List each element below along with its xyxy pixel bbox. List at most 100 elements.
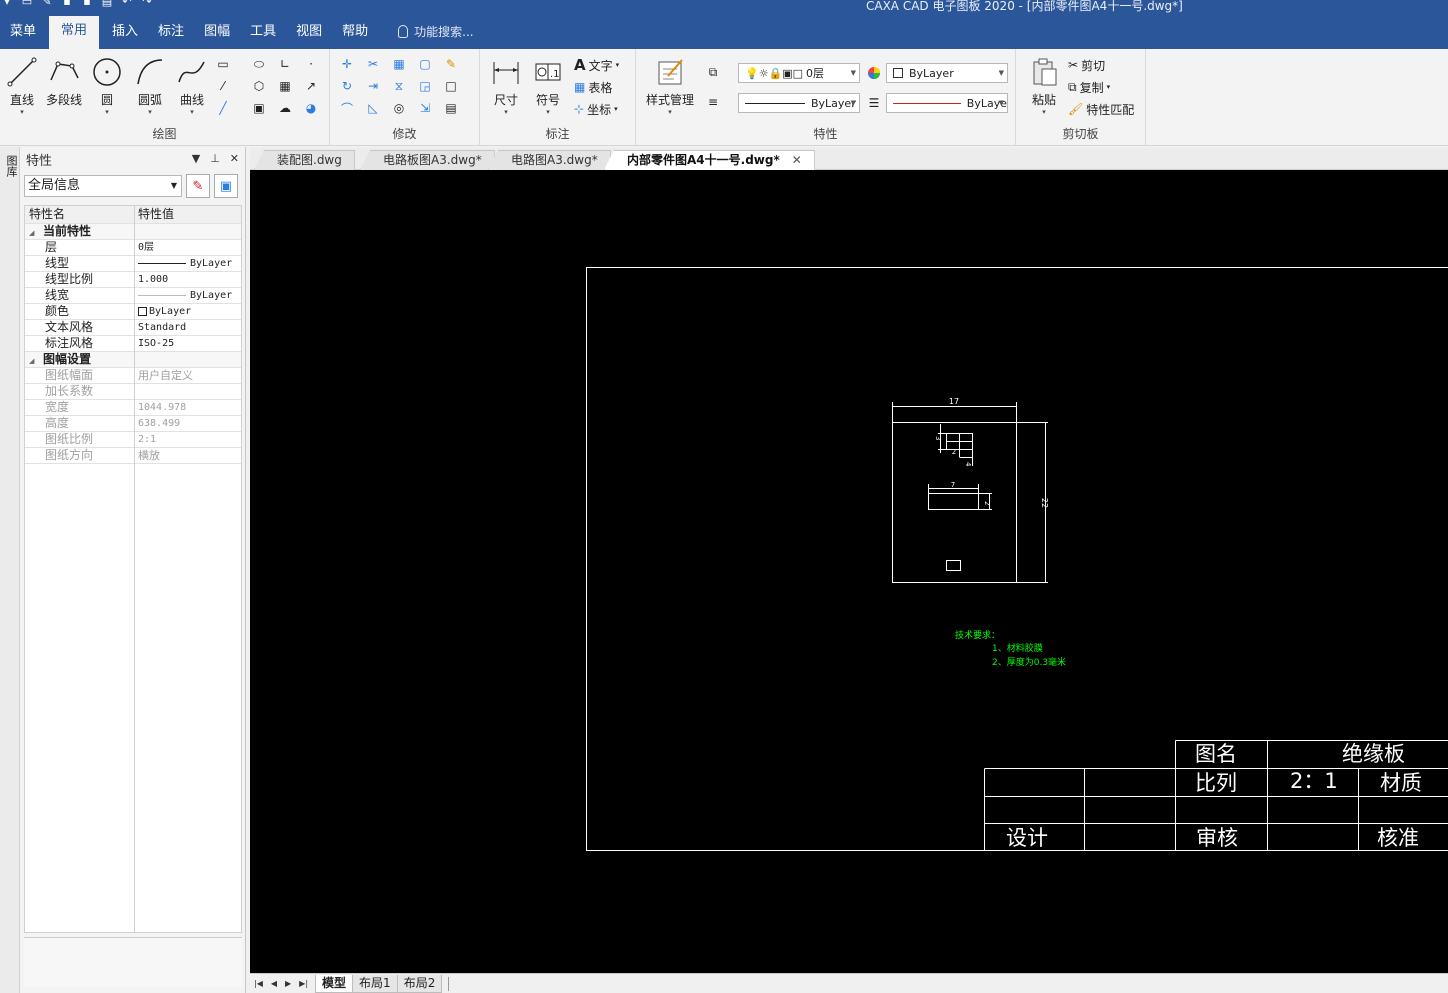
- chamfer-icon[interactable]: ◺: [364, 99, 382, 117]
- layout-tab-2[interactable]: 布局2: [396, 974, 443, 993]
- copy-button[interactable]: ⧉ 复制 ▾: [1068, 77, 1110, 97]
- prop-value[interactable]: 0层: [135, 240, 241, 255]
- prop-value[interactable]: ByLayer: [135, 304, 241, 319]
- dimension-button[interactable]: 尺寸 ▾: [486, 55, 526, 116]
- stretch-icon[interactable]: ⇲: [416, 99, 434, 117]
- edit-icon[interactable]: ▤: [442, 99, 460, 117]
- collapse-icon[interactable]: ◢: [29, 354, 43, 367]
- layout-tab-model[interactable]: 模型: [315, 974, 354, 993]
- table-row[interactable]: 线型 ByLayer: [25, 256, 241, 272]
- menu-item-insert[interactable]: 插入: [102, 14, 148, 49]
- doc-tab-part[interactable]: 内部零件图A4十一号.dwg* ✕: [604, 150, 815, 170]
- menu-item-view[interactable]: 视图: [286, 14, 332, 49]
- block-icon[interactable]: ▣: [250, 99, 268, 117]
- scale-icon[interactable]: ◲: [416, 77, 434, 95]
- parallel-line-icon[interactable]: ⁄: [214, 77, 232, 95]
- prop-value[interactable]: ByLayer: [135, 256, 241, 271]
- table-row[interactable]: 标注风格 ISO-25: [25, 336, 241, 352]
- ellipse-icon[interactable]: ⬭: [250, 55, 268, 73]
- close-icon[interactable]: ✕: [230, 152, 239, 165]
- print-icon[interactable]: ▤: [100, 0, 114, 8]
- line-button[interactable]: 直线 ▾: [2, 55, 42, 116]
- drawing-canvas[interactable]: 17 22 3 2 4 7 2 技术要求： 1、材料胶膜 2、厚度为0.3毫米: [250, 170, 1448, 973]
- style-manager-button[interactable]: 样式管理 ▾: [644, 55, 696, 116]
- save-icon[interactable]: ▪: [60, 0, 74, 8]
- cut-button[interactable]: ✂ 剪切: [1068, 55, 1105, 75]
- drawing-svg[interactable]: 17 22 3 2 4 7 2 技术要求： 1、材料胶膜 2、厚度为0.3毫米: [250, 170, 1448, 973]
- arrow-icon[interactable]: ↗: [302, 77, 320, 95]
- prop-value[interactable]: ISO-25: [135, 336, 241, 351]
- menu-item-menu[interactable]: 菜单: [0, 14, 46, 49]
- first-layout-icon[interactable]: |◀: [254, 979, 263, 988]
- rotate-icon[interactable]: ↻: [338, 77, 356, 95]
- quick-select-button[interactable]: ✎: [186, 174, 210, 198]
- linewidth-select[interactable]: ByLaye ▼: [886, 93, 1008, 113]
- menu-item-help[interactable]: 帮助: [332, 14, 378, 49]
- menu-item-common[interactable]: 常用: [49, 16, 100, 49]
- circle-button[interactable]: 圆 ▾: [87, 55, 127, 116]
- extend-icon[interactable]: ⇥: [364, 77, 382, 95]
- trim-icon[interactable]: ✂: [364, 55, 382, 73]
- rectangle-icon[interactable]: ▭: [214, 55, 232, 73]
- close-tab-icon[interactable]: ✕: [792, 153, 802, 167]
- library-side-tab[interactable]: 图库: [3, 155, 18, 177]
- app-menu-icon[interactable]: ▾: [0, 0, 14, 8]
- color-wheel-icon[interactable]: [865, 64, 883, 82]
- fillet-icon[interactable]: ⌒: [338, 99, 356, 117]
- table-row[interactable]: 线型比例 1.000: [25, 272, 241, 288]
- new-file-icon[interactable]: ▭: [20, 0, 34, 8]
- last-layout-icon[interactable]: ▶|: [299, 979, 308, 988]
- redo-icon[interactable]: ↷: [140, 0, 154, 8]
- prop-value[interactable]: Standard: [135, 320, 241, 335]
- object-selector[interactable]: 全局信息 ▼: [24, 175, 182, 197]
- prev-layout-icon[interactable]: ◀: [271, 979, 277, 988]
- prop-value[interactable]: 1.000: [135, 272, 241, 287]
- undo-icon[interactable]: ↶: [120, 0, 134, 8]
- prop-value[interactable]: ByLayer: [135, 288, 241, 303]
- menu-item-annotate[interactable]: 标注: [148, 14, 194, 49]
- symbol-button[interactable]: .1 符号 ▾: [528, 55, 568, 116]
- curve-button[interactable]: 曲线 ▾: [172, 55, 212, 116]
- mirror-icon[interactable]: ⧖: [390, 77, 408, 95]
- break-icon[interactable]: ◎: [390, 99, 408, 117]
- save-as-icon[interactable]: ▪: [80, 0, 94, 8]
- linewidth-icon[interactable]: ☰: [865, 94, 883, 112]
- color-select[interactable]: ByLayer ▼: [886, 63, 1008, 83]
- table-row[interactable]: 文本风格 Standard: [25, 320, 241, 336]
- layout-tab-1[interactable]: 布局1: [352, 974, 398, 993]
- open-file-icon[interactable]: ✎: [40, 0, 54, 8]
- section-current[interactable]: ◢ 当前特性: [25, 224, 241, 240]
- match-properties-button[interactable]: 🖌 特性匹配: [1068, 99, 1134, 119]
- text-button[interactable]: A 文字 ▾: [574, 55, 619, 75]
- point-icon[interactable]: ·: [302, 55, 320, 73]
- explode-icon[interactable]: □: [442, 77, 460, 95]
- table-button[interactable]: ▦ 表格: [574, 77, 612, 97]
- table-row[interactable]: 颜色 ByLayer: [25, 304, 241, 320]
- fill-icon[interactable]: ◕: [302, 99, 320, 117]
- panel-dropdown-icon[interactable]: ▼: [192, 152, 200, 165]
- layer-select[interactable]: 💡☼🔒▣□ 0层 ▼: [738, 63, 860, 83]
- centerline-icon[interactable]: ╱: [214, 99, 232, 117]
- doc-tab-circuit[interactable]: 电路图A3.dwg*: [488, 150, 611, 170]
- table-row[interactable]: 层 0层: [25, 240, 241, 256]
- linetype-select[interactable]: ByLayer ▼: [738, 93, 860, 113]
- doc-tab-assembly[interactable]: 装配图.dwg: [254, 150, 355, 170]
- coord-button[interactable]: ⊹ 坐标 ▾: [574, 99, 618, 119]
- array-icon[interactable]: ▦: [390, 55, 408, 73]
- angle-line-icon[interactable]: ∟: [276, 55, 294, 73]
- paste-button[interactable]: 粘贴 ▾: [1024, 55, 1064, 116]
- menu-item-sheet[interactable]: 图幅: [194, 14, 240, 49]
- section-sheet[interactable]: ◢ 图幅设置: [25, 352, 241, 368]
- pin-icon[interactable]: ⊥: [210, 152, 220, 165]
- eraser-icon[interactable]: ✎: [442, 55, 460, 73]
- feature-search[interactable]: 功能搜索...: [378, 14, 474, 49]
- move-icon[interactable]: ✛: [338, 55, 356, 73]
- next-layout-icon[interactable]: ▶: [285, 979, 291, 988]
- offset-icon[interactable]: ▢: [416, 55, 434, 73]
- select-objects-button[interactable]: ▣: [214, 174, 238, 198]
- table-row[interactable]: 线宽 ByLayer: [25, 288, 241, 304]
- cloud-icon[interactable]: ☁: [276, 99, 294, 117]
- menu-item-tools[interactable]: 工具: [240, 14, 286, 49]
- linetype-manager-icon[interactable]: ≡: [704, 93, 722, 111]
- layer-manager-icon[interactable]: ⧉: [704, 63, 722, 81]
